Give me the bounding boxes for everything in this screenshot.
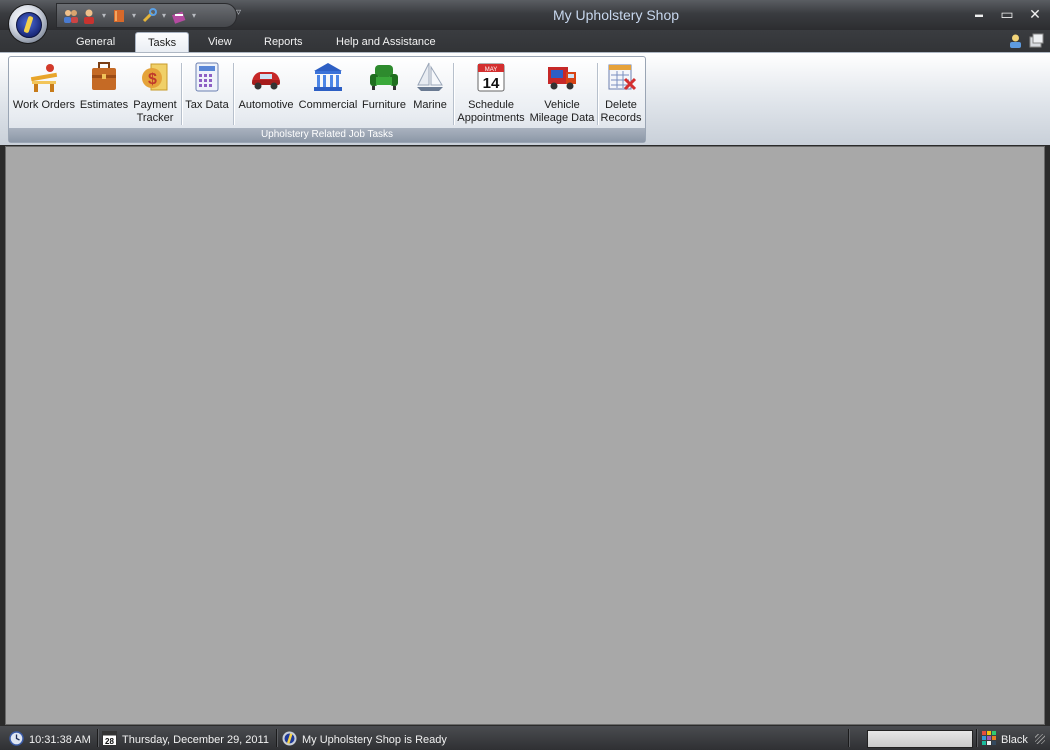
status-clock: 10:31:38 AM [9, 731, 91, 749]
status-message-text: My Upholstery Shop is Ready [302, 734, 447, 746]
clock-icon [9, 731, 24, 749]
calculator-icon [191, 61, 223, 93]
ribbon-group-job-tasks: Work Orders Estimates $ Payment Tracker … [8, 56, 646, 143]
mdi-workspace[interactable] [5, 146, 1045, 725]
group-separator [233, 63, 234, 125]
window-restore-icon[interactable] [1029, 33, 1044, 48]
maximize-button[interactable]: ▭ [998, 5, 1016, 23]
commercial-button[interactable]: Commercial [298, 61, 358, 112]
calendar-month: MAY [485, 67, 498, 73]
tab-view[interactable]: View [196, 32, 244, 52]
close-button[interactable]: ✕ [1026, 5, 1044, 23]
calendar-day: 14 [483, 75, 500, 92]
tab-general[interactable]: General [64, 32, 127, 52]
window-title: My Upholstery Shop [552, 7, 680, 23]
progress-bar [867, 730, 973, 748]
status-divider [97, 729, 98, 747]
building-icon [312, 61, 344, 93]
ribbon-panel: Work Orders Estimates $ Payment Tracker … [0, 52, 1050, 145]
sailboat-icon [414, 61, 446, 93]
ribbon-tabs: General Tasks View Reports Help and Assi… [0, 30, 1050, 53]
tab-help-and-assistance[interactable]: Help and Assistance [324, 32, 448, 52]
minimize-button[interactable]: ▬ [970, 5, 988, 23]
automotive-button[interactable]: Automotive [236, 61, 296, 112]
status-time: 10:31:38 AM [29, 734, 91, 746]
vehicle-mileage-data-button[interactable]: Vehicle Mileage Data [527, 61, 597, 125]
delete-records-icon [605, 61, 637, 93]
payment-tracker-button[interactable]: $ Payment Tracker [131, 61, 179, 125]
tab-reports[interactable]: Reports [252, 32, 315, 52]
estimates-button[interactable]: Estimates [79, 61, 129, 112]
status-date: 28 Thursday, December 29, 2011 [102, 731, 269, 749]
payment-icon: $ [139, 61, 171, 93]
schedule-appointments-button[interactable]: MAY 14 Schedule Appointments [456, 61, 526, 125]
calendar-icon: 28 [102, 731, 117, 749]
color-palette-icon [982, 731, 996, 748]
work-orders-button[interactable]: Work Orders [11, 61, 77, 112]
ribbon-group-label: Upholstery Related Job Tasks [9, 128, 645, 142]
svg-text:$: $ [148, 71, 157, 88]
status-divider [976, 729, 977, 747]
app-logo-icon [282, 731, 297, 749]
group-separator [181, 63, 182, 125]
calendar-icon: MAY 14 [475, 61, 507, 93]
tab-tasks[interactable]: Tasks [135, 32, 190, 53]
resize-grip[interactable] [1035, 734, 1045, 744]
theme-selector[interactable]: Black [982, 731, 1028, 748]
tax-data-button[interactable]: Tax Data [183, 61, 231, 112]
marine-button[interactable]: Marine [411, 61, 449, 112]
car-icon [250, 61, 282, 93]
sofa-icon [368, 61, 400, 93]
status-divider [276, 729, 277, 747]
furniture-button[interactable]: Furniture [359, 61, 409, 112]
work-orders-icon [28, 61, 60, 93]
user-icon[interactable] [1008, 33, 1023, 48]
title-bar: ▾ ▾ ▾ ▾ ▿ My Upholstery Shop ▬ ▭ ✕ [0, 0, 1050, 30]
status-date-text: Thursday, December 29, 2011 [122, 734, 269, 746]
app-logo-icon [16, 12, 42, 38]
briefcase-icon [88, 61, 120, 93]
delete-records-button[interactable]: Delete Records [599, 61, 643, 125]
truck-icon [546, 61, 578, 93]
svg-text:28: 28 [105, 737, 114, 746]
status-bar: 10:31:38 AM 28 Thursday, December 29, 20… [0, 726, 1050, 750]
status-message: My Upholstery Shop is Ready [282, 731, 447, 749]
group-separator [453, 63, 454, 125]
group-separator [597, 63, 598, 125]
application-menu-button[interactable] [9, 5, 47, 43]
theme-name: Black [1001, 733, 1028, 746]
status-divider [848, 729, 849, 747]
